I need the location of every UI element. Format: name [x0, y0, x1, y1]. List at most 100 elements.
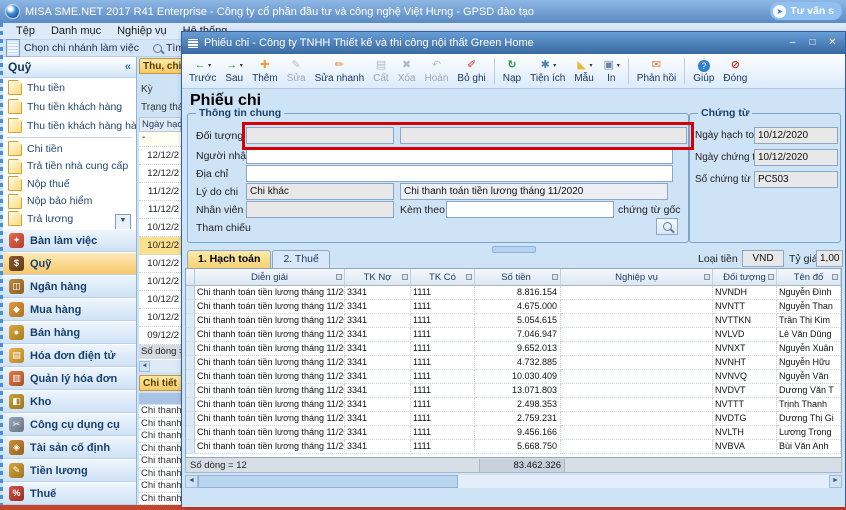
toolbar-button[interactable]: ✐Bỏ ghi — [453, 58, 489, 85]
column-header[interactable]: Tên đố — [777, 269, 841, 286]
toolbar-button[interactable]: ◣▾Mẫu — [570, 58, 597, 85]
detail-row[interactable]: Chi thanh — [139, 443, 181, 456]
toolbar-button[interactable]: ✱▾Tiện ích — [526, 58, 569, 85]
toolbar-button[interactable]: ⊘Đóng — [719, 58, 751, 85]
background-tab-thu-chi[interactable]: Thu, chi t — [139, 58, 181, 74]
sidebar-module[interactable]: $Quỹ — [3, 252, 137, 275]
sidebar-module[interactable]: ◈Tài sản cố định — [3, 436, 137, 459]
sidebar-module[interactable]: ◫Ngân hàng — [3, 275, 137, 298]
maximize-icon[interactable]: □ — [805, 36, 820, 50]
sidebar-module[interactable]: ●Bán hàng — [3, 321, 137, 344]
table-row[interactable]: Chi thanh toán tiền lương tháng 11/20233… — [186, 356, 841, 370]
collapse-icon[interactable]: « — [125, 61, 131, 73]
horizontal-scrollbar[interactable] — [185, 475, 842, 488]
sidebar-shortcut[interactable]: Trả tiền nhà cung cấp — [3, 158, 136, 176]
date-row[interactable]: 10/12/2 — [139, 237, 181, 255]
pin-icon[interactable] — [336, 274, 342, 280]
toolbar-button[interactable]: ✖Xóa — [394, 58, 420, 85]
toolbar-button[interactable]: ↶Hoàn — [421, 58, 453, 85]
date-row[interactable]: 09/12/2 — [139, 327, 181, 345]
column-header[interactable]: TK Nợ — [345, 269, 411, 286]
background-tab-chi-tiet[interactable]: Chi tiết — [139, 375, 181, 391]
column-header[interactable]: Số tiền — [475, 269, 561, 286]
detail-row[interactable]: Chi thanh — [139, 455, 181, 468]
pin-icon[interactable] — [466, 274, 472, 280]
toolbar-button[interactable]: ▣▾In — [599, 58, 624, 85]
dropdown-caret-icon[interactable]: ▾ — [617, 62, 620, 69]
kem-theo-input[interactable] — [446, 201, 614, 218]
table-row[interactable]: Chi thanh toán tiền lương tháng 11/20233… — [186, 342, 841, 356]
column-header[interactable]: Đối tượng — [713, 269, 777, 286]
toolbar-button[interactable]: ✚Thêm — [248, 58, 282, 85]
date-row[interactable]: 12/12/2 — [139, 147, 181, 165]
dia-chi-input[interactable] — [246, 165, 673, 182]
date-row[interactable]: 10/12/2 — [139, 255, 181, 273]
date-row[interactable]: 10/12/2 — [139, 291, 181, 309]
sidebar-shortcut[interactable]: Nộp bảo hiểm — [3, 193, 136, 211]
doi-tuong-name-input[interactable] — [400, 127, 687, 144]
sidebar-module[interactable]: %Thuế — [3, 482, 137, 505]
toolbar-button[interactable]: ?Giúp — [689, 58, 718, 85]
date-row[interactable]: 12/12/2 — [139, 165, 181, 183]
toolbar-button[interactable]: ▤Cất — [369, 58, 393, 85]
doi-tuong-code-input[interactable] — [246, 127, 394, 144]
detail-row[interactable]: Chi thanh — [139, 430, 181, 443]
pin-icon[interactable] — [552, 274, 558, 280]
sidebar-module[interactable]: ✦Bàn làm việc — [3, 229, 137, 252]
date-row[interactable]: 10/12/2 — [139, 309, 181, 327]
table-row[interactable]: Chi thanh toán tiền lương tháng 11/20233… — [186, 398, 841, 412]
table-row[interactable]: Chi thanh toán tiền lương tháng 11/20233… — [186, 384, 841, 398]
ly-do-chi-desc-input[interactable] — [400, 183, 668, 200]
detail-row[interactable]: Chi thanh — [139, 468, 181, 481]
so-chung-tu-input[interactable] — [754, 171, 838, 188]
table-row[interactable]: Chi thanh toán tiền lương tháng 11/20233… — [186, 300, 841, 314]
dropdown-caret-icon[interactable]: ▾ — [590, 62, 593, 69]
minimize-icon[interactable]: – — [785, 36, 800, 50]
nguoi-nhan-input[interactable] — [246, 147, 673, 164]
date-row[interactable]: 11/12/2 — [139, 201, 181, 219]
column-header[interactable]: Nghiệp vụ — [561, 269, 713, 286]
dialog-tab[interactable]: 1. Hạch toán — [187, 250, 271, 269]
sidebar-shortcut[interactable]: Thu tiền — [3, 78, 136, 97]
pin-icon[interactable] — [832, 274, 838, 280]
detail-row[interactable]: Chi thanh — [139, 418, 181, 431]
choose-branch-button[interactable]: Chọn chi nhánh làm việc — [6, 39, 139, 57]
close-window-icon[interactable]: ✕ — [825, 36, 840, 50]
sidebar-module[interactable]: ▤Hóa đơn điện tử — [3, 344, 137, 367]
scroll-left-icon[interactable] — [139, 361, 150, 372]
ngay-hach-toan-input[interactable] — [754, 127, 838, 144]
table-row[interactable]: Chi thanh toán tiền lương tháng 11/20233… — [186, 412, 841, 426]
support-badge[interactable]: Tư vấn s — [770, 2, 842, 20]
nhan-vien-input[interactable] — [246, 201, 394, 218]
sidebar-module[interactable]: ✂Công cụ dụng cụ — [3, 413, 137, 436]
detail-row[interactable]: Chi thanh — [139, 480, 181, 493]
menu-item[interactable]: Danh mục — [43, 25, 109, 37]
ly-do-chi-type-input[interactable] — [246, 183, 394, 200]
pin-icon[interactable] — [768, 274, 774, 280]
date-row[interactable]: 10/12/2 — [139, 219, 181, 237]
loai-tien-input[interactable] — [742, 250, 784, 267]
sidebar-shortcut[interactable]: Thu tiền khách hàng — [3, 97, 136, 116]
sidebar-shortcut[interactable]: Chi tiền — [3, 140, 136, 158]
scroll-left-icon[interactable] — [185, 475, 198, 488]
table-row[interactable]: Chi thanh toán tiền lương tháng 11/20233… — [186, 286, 841, 300]
table-row[interactable]: Chi thanh toán tiền lương tháng 11/20233… — [186, 314, 841, 328]
scrollbar-track[interactable] — [198, 475, 829, 488]
sidebar-module[interactable]: ◧Kho — [3, 390, 137, 413]
scroll-right-icon[interactable] — [829, 475, 842, 488]
toolbar-button[interactable]: →▾Sau — [221, 58, 247, 85]
table-row[interactable]: Chi thanh toán tiền lương tháng 11/20233… — [186, 370, 841, 384]
sidebar-module[interactable]: ◆Mua hàng — [3, 298, 137, 321]
detail-row[interactable]: Chi thanh — [139, 405, 181, 418]
scrollbar-thumb[interactable] — [198, 475, 458, 488]
toolbar-button[interactable]: ←▾Trước — [185, 58, 220, 85]
column-header[interactable] — [186, 269, 195, 286]
pin-icon[interactable] — [704, 274, 710, 280]
toolbar-button[interactable]: ✉Phản hồi — [633, 58, 680, 85]
background-column-header[interactable]: Ngày hạch — [139, 117, 181, 132]
dropdown-caret-icon[interactable]: ▾ — [553, 62, 556, 69]
table-row[interactable]: Chi thanh toán tiền lương tháng 11/20233… — [186, 440, 841, 454]
toolbar-button[interactable]: ↻Nạp — [499, 58, 525, 85]
column-header[interactable]: TK Có — [411, 269, 475, 286]
sidebar-shortcut[interactable]: Thu tiền khách hàng hàng l.. — [3, 116, 136, 135]
